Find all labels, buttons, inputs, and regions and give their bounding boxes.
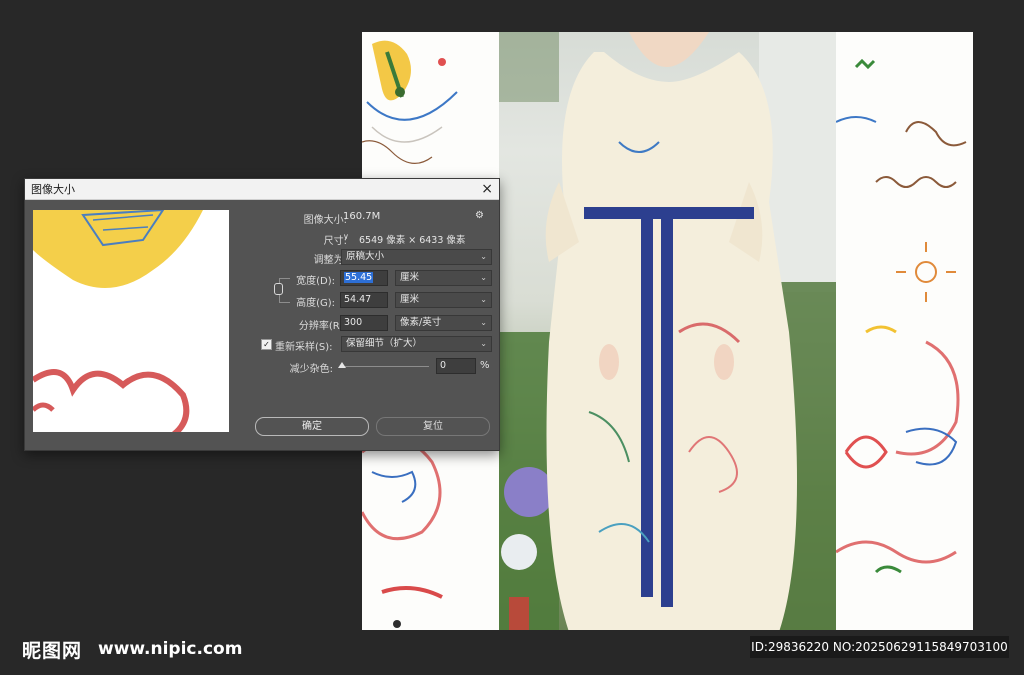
reset-button[interactable]: 复位 [376,417,490,436]
noise-input[interactable]: 0 [436,358,476,374]
noise-label: 减少杂色: [289,364,333,375]
fit-to-value: 原稿大小 [346,251,385,262]
dialog-title: 图像大小 [31,183,75,196]
doodle-pattern-right [835,58,967,574]
height-unit-select[interactable]: 厘米 ⌄ [395,292,492,308]
width-unit: 厘米 [400,272,420,283]
width-input[interactable]: 55.45 [340,270,388,286]
chevron-down-icon: ⌄ [480,273,487,282]
height-input[interactable]: 54.47 [340,292,388,308]
dialog-title-bar[interactable]: 图像大小 × [25,179,499,200]
close-icon[interactable]: × [481,182,493,196]
height-unit: 厘米 [400,294,420,305]
width-unit-select[interactable]: 厘米 ⌄ [395,270,492,286]
image-id-badge: ID:29836220 NO:20250629115849703100 [750,636,1009,658]
noise-slider-thumb[interactable] [338,362,346,368]
pattern-panel-right [835,32,973,630]
resolution-input[interactable]: 300 [340,315,388,331]
gear-icon[interactable]: ⚙ [475,210,484,221]
link-icon[interactable] [274,283,283,295]
site-url: www.nipic.com [98,639,243,659]
dress-illustration [499,32,836,630]
resolution-unit-select[interactable]: 像素/英寸 ⌄ [395,315,492,331]
width-label: 宽度(D): [296,276,335,287]
fit-to-select[interactable]: 原稿大小 ⌄ [341,249,492,265]
resolution-value: 300 [344,317,363,328]
noise-slider-track[interactable] [341,366,429,367]
chevron-down-icon: ⌄ [480,252,487,261]
chevron-down-icon: ⌄ [480,339,487,348]
width-value: 55.45 [344,272,374,283]
preview-artwork [33,210,203,432]
image-size-value: 160.7M [343,211,381,222]
dimensions-chevron-icon[interactable]: ∨ [343,232,349,241]
dimensions-value: 6549 像素 × 6433 像素 [359,235,466,246]
ok-button[interactable]: 确定 [255,417,369,436]
resolution-unit: 像素/英寸 [400,317,442,328]
noise-value: 0 [440,360,447,371]
chevron-down-icon: ⌄ [480,318,487,327]
resample-select[interactable]: 保留细节（扩大） ⌄ [341,336,492,352]
model-photo [499,32,836,630]
image-size-label: 图像大小: [303,215,347,226]
image-preview[interactable] [33,210,229,432]
height-label: 高度(G): [296,298,335,309]
resample-label: 重新采样(S): [275,342,333,353]
chevron-down-icon: ⌄ [480,295,487,304]
resample-checkbox[interactable]: ✓ [261,339,272,350]
noise-unit: % [480,360,490,371]
height-value: 54.47 [344,294,372,305]
brand-logo-text: 昵图网 [22,640,83,662]
resample-value: 保留细节（扩大） [346,338,423,349]
image-size-dialog: 图像大小 × 图像大小: 160.7M ⚙ 尺寸: ∨ 6549 像素 × 64… [24,178,500,451]
